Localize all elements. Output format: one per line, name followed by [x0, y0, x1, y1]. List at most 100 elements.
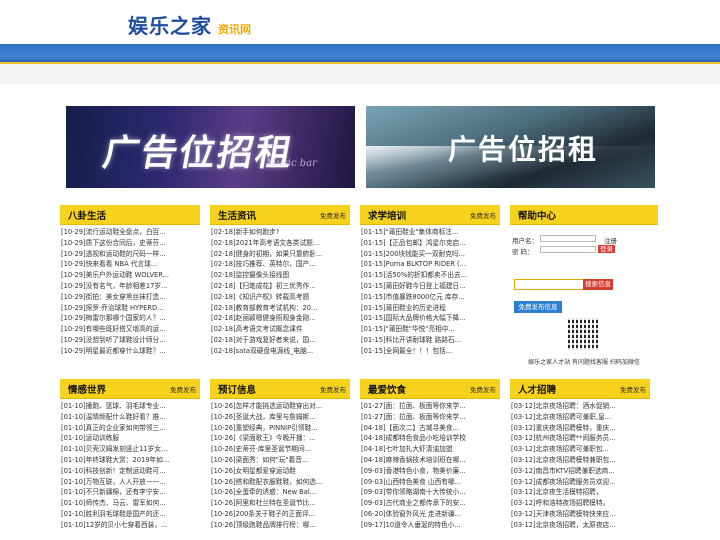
list-item[interactable]: [01-10]年终球鞋大赏：2019年如...	[61, 455, 200, 466]
list-item[interactable]: [10-29]美乐户外运动鞋 WOLVER...	[61, 270, 200, 281]
list-item[interactable]: [03-12]北京夜场招聘可兼职包...	[511, 444, 650, 455]
list-item[interactable]: [10-29]快来看看 NBA 代言球...	[61, 259, 200, 270]
list-item[interactable]: [01-15]【正品包邮】鸿星尔克启...	[361, 238, 500, 249]
list-item[interactable]: [10-26]阿里和杜兰特在圣诞节比...	[211, 498, 350, 509]
list-item[interactable]: [02-18]健身的初期，如果只靠俯卧...	[211, 249, 350, 260]
list-item[interactable]: [01-27]面：拉面、板面等你来学...	[361, 401, 500, 412]
free-publish-link[interactable]: 免费发布	[470, 384, 496, 394]
list-item[interactable]: [02-18]高考语文考试概念课件	[211, 324, 350, 335]
section-title[interactable]: 人才招聘	[518, 382, 556, 396]
list-item[interactable]: [10-26]史蒂芬·库里圣诞节期间...	[211, 444, 350, 455]
list-item[interactable]: [10-29]流行运动鞋全盘点，白百...	[61, 227, 200, 238]
list-item[interactable]: [01-15]活50%的折扣都卖不出去...	[361, 270, 500, 281]
list-item[interactable]: [03-12]北京夜场招聘可兼职,皇...	[511, 412, 650, 423]
list-item[interactable]: [01-10]真正的企业家如何带领三...	[61, 423, 200, 434]
list-item[interactable]: [03-12]北京夜生活模特招聘，	[511, 487, 650, 498]
list-item[interactable]: [03-12]北京夜场招聘，太原夜店...	[511, 520, 650, 531]
list-item[interactable]: [10-26]女明星都爱穿运动鞋	[211, 466, 350, 477]
list-item[interactable]: [03-12]北京夜场招聘：酒水促销...	[511, 401, 650, 412]
list-item[interactable]: [02-18]赵丽颖嗯健身照观身金刚...	[211, 313, 350, 324]
ad-banner-left[interactable]: 广告位招租 Music bar	[66, 106, 355, 188]
free-publish-link[interactable]: 免费发布	[170, 384, 196, 394]
list-item[interactable]: [01-15]莆田好鞋今日登上福建日...	[361, 281, 500, 292]
list-item[interactable]: [01-10]12岁的贝小七穿着西装，...	[61, 520, 200, 531]
list-item[interactable]: [09-03]带你领略湖南十大传统小...	[361, 487, 500, 498]
list-item[interactable]: [01-27]面：拉面、板面等你来学...	[361, 412, 500, 423]
list-item[interactable]: [04-18]成都特色食品小吃培训学校	[361, 433, 500, 444]
list-item[interactable]: [01-15]国际大品牌价格大幅下降...	[361, 313, 500, 324]
list-item[interactable]: [02-18]《知识产权》转载高考题	[211, 292, 350, 303]
list-item[interactable]: [10-26]怎样才能挑选运动鞋穿出对...	[211, 401, 350, 412]
list-item[interactable]: [10-29]街拍：美女穿黑丝袜打造...	[61, 292, 200, 303]
list-item[interactable]: [02-18]技巧推荐、英特尔，国产...	[211, 259, 350, 270]
list-item[interactable]: [01-10]科技创新！定制运动鞋可...	[61, 466, 200, 477]
list-item[interactable]: [09-03]古代商业之都传承下的安...	[361, 498, 500, 509]
list-item[interactable]: [03-12]南昌市KTV招聘兼职选商...	[511, 466, 650, 477]
list-item[interactable]: [03-12]杭州夜场招聘**闹服务员...	[511, 433, 650, 444]
list-item[interactable]: [01-15]莆田鞋业的历史进程	[361, 303, 500, 314]
list-item[interactable]: [01-10]运动训练服	[61, 433, 200, 444]
list-item[interactable]: [10-29]梅雷尔那哪个国家的人？...	[61, 313, 200, 324]
list-item[interactable]: [01-10]胜利羽毛球鞋是国产的还...	[61, 509, 200, 520]
publish-button[interactable]: 免费发布信息	[514, 301, 562, 313]
list-item[interactable]: [03-12]北京夜场招聘模特兼职包...	[511, 455, 650, 466]
register-link[interactable]: 注册	[604, 235, 617, 245]
section-title[interactable]: 八卦生活	[68, 208, 106, 222]
list-item[interactable]: [10-29]透视和运动鞋的尺码一样...	[61, 249, 200, 260]
list-item[interactable]: [10-26]梁面秀：如何"玩"着音...	[211, 455, 350, 466]
list-item[interactable]: [01-10]撞跑、篮球、羽毛球专业...	[61, 401, 200, 412]
list-item[interactable]: [01-15]全网最全！！！包括...	[361, 346, 500, 357]
list-item[interactable]: [04-18]麻辣香锅技术培训班在哪...	[361, 455, 500, 466]
search-input[interactable]	[514, 279, 584, 290]
list-item[interactable]: [10-29]探罗·乔治球鞋 HYPERD...	[61, 303, 200, 314]
list-item[interactable]: [10-26]顶级跑鞋品牌排行榜：哪...	[211, 520, 350, 531]
list-item[interactable]: [02-18]教育部教育考试机构：20...	[211, 303, 350, 314]
free-publish-link[interactable]: 免费发布	[470, 210, 496, 220]
list-item[interactable]: [01-10]贝壳汉姆发刻竖止11岁女...	[61, 444, 200, 455]
list-item[interactable]: [10-29]有哪些既好搭又增高的运...	[61, 324, 200, 335]
section-title[interactable]: 求学培训	[368, 208, 406, 222]
section-title[interactable]: 预订信息	[218, 382, 256, 396]
list-item[interactable]: [02-18]2021年高考语文各类试题...	[211, 238, 350, 249]
section-title[interactable]: 生活资讯	[218, 208, 256, 222]
list-item[interactable]: [10-26]圣诞大战，库里与詹姆斯...	[211, 412, 350, 423]
list-item[interactable]: [01-15]"莆田鞋"华悦"亮相中...	[361, 324, 500, 335]
list-item[interactable]: [10-29]质下这份合同后，史蒂芬...	[61, 238, 200, 249]
list-item[interactable]: [10-26]重塑经典，PINNIP引领鞋...	[211, 423, 350, 434]
ad-banner-right[interactable]: 广告位招租	[366, 106, 655, 188]
list-item[interactable]: [10-26]200条关于鞋子的正面评...	[211, 509, 350, 520]
list-item[interactable]: [01-15]市值暴跌8000亿元 库存...	[361, 292, 500, 303]
list-item[interactable]: [10-26]全蛋牵的诱惑：New Bal...	[211, 487, 350, 498]
password-input[interactable]	[540, 246, 596, 253]
list-item[interactable]: [01-15]200块钱能买一双耐克吗...	[361, 249, 500, 260]
free-publish-link[interactable]: 免费发布	[620, 384, 646, 394]
list-item[interactable]: [04-18]七叶加扎大虾清油加盟	[361, 444, 500, 455]
list-item[interactable]: [09-17]10道令人垂涎的特色小...	[361, 520, 500, 531]
list-item[interactable]: [09-03]山西特色美食 山西有哪...	[361, 477, 500, 488]
list-item[interactable]: [02-18]对于游戏复好者来说，国...	[211, 335, 350, 346]
list-item[interactable]: [03-12]呼和浩特夜场招聘模特，	[511, 498, 650, 509]
list-item[interactable]: [09-03]香港特色小食，物美价廉...	[361, 466, 500, 477]
free-publish-link[interactable]: 免费发布	[320, 384, 346, 394]
list-item[interactable]: [02-18]新手如何跑步?	[211, 227, 350, 238]
list-item[interactable]: [06-20]体验窗外风光 走进新疆...	[361, 509, 500, 520]
search-button[interactable]: 搜索信息	[583, 279, 613, 290]
list-item[interactable]: [10-26]《梁面歌王》今晚开播：...	[211, 433, 350, 444]
list-item[interactable]: [10-29]没有名气，年龄相差17岁...	[61, 281, 200, 292]
list-item[interactable]: [10-26]搭和鞋配衣服鞋鞋，如何选...	[211, 477, 350, 488]
list-item[interactable]: [03-12]天津夜场招聘模特快来应...	[511, 509, 650, 520]
section-title[interactable]: 情感世界	[68, 382, 106, 396]
list-item[interactable]: [01-10]万物互联，人人开放——...	[61, 477, 200, 488]
site-logo[interactable]: 娱乐之家 资讯网	[128, 10, 251, 39]
list-item[interactable]: [01-15]Puma BLKTOP RIDER (...	[361, 259, 500, 270]
list-item[interactable]: [10-29]明星最近都穿什么球鞋？...	[61, 346, 200, 357]
list-item[interactable]: [02-18]监控摄像头接线图	[211, 270, 350, 281]
list-item[interactable]: [02-18]【扫笔成花】初三优秀作...	[211, 281, 350, 292]
list-item[interactable]: [03-12]成都夜场招聘服务员欢迎...	[511, 477, 650, 488]
section-title[interactable]: 最爱饮食	[368, 382, 406, 396]
list-item[interactable]: [01-15]科比开讲耐球鞋 路路石...	[361, 335, 500, 346]
list-item[interactable]: [01-15]"莆田鞋业"集体商标注...	[361, 227, 500, 238]
free-publish-link[interactable]: 免费发布	[320, 210, 346, 220]
list-item[interactable]: [10-29]没想到听了球鞋设计师分...	[61, 335, 200, 346]
login-button[interactable]: 登录	[598, 245, 615, 253]
